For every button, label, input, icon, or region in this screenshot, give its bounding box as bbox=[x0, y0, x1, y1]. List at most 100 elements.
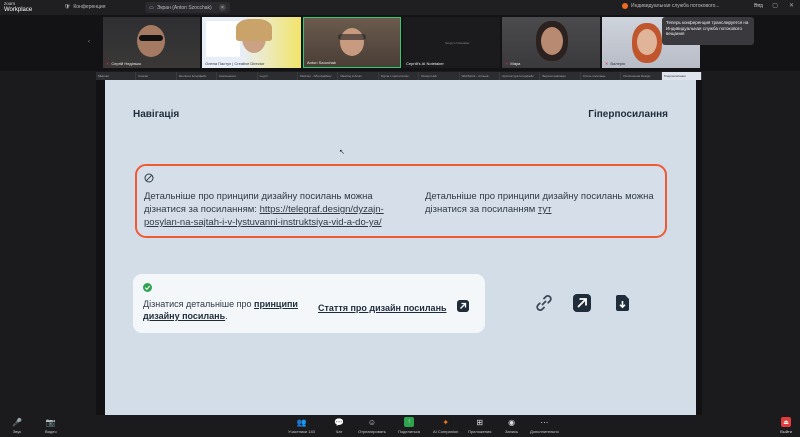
screen-icon: ▭ bbox=[149, 4, 154, 11]
file-download-icon bbox=[616, 295, 629, 311]
section-heading-hyperlinks: Гіперпосилання bbox=[588, 109, 668, 120]
article-link[interactable]: Стаття про дизайн посилань bbox=[318, 303, 447, 313]
video-label: Видео bbox=[45, 429, 57, 434]
browser-tab[interactable]: Архітектура Інтерфейс bbox=[500, 72, 541, 80]
conference-label: Конференция bbox=[73, 4, 106, 10]
participant-name: ✕ Мара bbox=[505, 61, 520, 66]
participants-button[interactable]: 👥 Участники 143 bbox=[288, 417, 315, 435]
video-tile[interactable]: ✕ Мара bbox=[502, 17, 600, 68]
browser-tab[interactable]: Поліпшення Design bbox=[621, 72, 662, 80]
background-slide bbox=[206, 21, 240, 57]
mouse-cursor-icon: ↖ bbox=[339, 149, 345, 156]
leave-icon: ⏏ bbox=[781, 417, 792, 427]
record-label: Запись bbox=[505, 429, 519, 434]
record-icon: ◉ bbox=[508, 417, 516, 427]
video-tile-active-speaker[interactable]: Anton Szocchak bbox=[303, 17, 401, 68]
share-screen-icon: ↑ bbox=[404, 417, 415, 427]
video-tile[interactable]: Олена Пастух | Creative Director bbox=[202, 17, 301, 68]
window-controls: — ▢ ✕ bbox=[755, 2, 794, 9]
notice-text: Теперь конференция транслируется на Инди… bbox=[666, 20, 749, 36]
browser-tab[interactable]: Верхня навігація bbox=[540, 72, 581, 80]
participant-name: ✕ Сергій Неділько bbox=[106, 61, 141, 66]
mic-muted-icon: ✕ bbox=[605, 61, 609, 66]
participant-name: ✕ Валерія bbox=[605, 61, 625, 66]
streaming-notice: Теперь конференция транслируется на Инди… bbox=[662, 17, 754, 45]
browser-tab[interactable]: Гіперпосилання bbox=[661, 72, 703, 80]
name-text-4: Мара bbox=[510, 61, 521, 66]
good-example-text: Дізнатися детальніше про принципи дизайн… bbox=[143, 298, 308, 322]
zoom-logo: zoom Workplace bbox=[4, 1, 32, 13]
participant-name: Anton Szocchak bbox=[307, 60, 336, 65]
top-bar: zoom Workplace 🛡 Конференция ▭ Экран (An… bbox=[0, 0, 800, 15]
browser-tab[interactable]: Мікроінт bbox=[96, 72, 137, 80]
section-heading-navigation: Навігація bbox=[133, 109, 180, 120]
browser-tab[interactable]: Figma з прототипом bbox=[379, 72, 420, 80]
participants-icon: 👥 bbox=[296, 417, 307, 427]
browser-tab[interactable]: WebStock - спільна bbox=[460, 72, 501, 80]
react-label: Отреагировать bbox=[358, 429, 386, 434]
ai-companion-button[interactable]: ✦ AI Companion bbox=[433, 417, 458, 435]
apps-label: Приложения bbox=[468, 429, 492, 434]
shield-icon: 🛡 bbox=[64, 4, 71, 10]
record-button[interactable]: ◉ Запись bbox=[505, 417, 519, 435]
close-icon[interactable]: × bbox=[219, 4, 226, 11]
conference-tab[interactable]: 🛡 Конференция bbox=[64, 4, 105, 10]
apps-icon: ⊞ bbox=[476, 417, 484, 427]
bad-example-right: Детальніше про принципи дизайну посилань… bbox=[425, 190, 665, 216]
browser-tab-strip: Мікроінт Кнопки Кнопки в Інтерфейс Компонен… bbox=[96, 72, 703, 80]
name-text-1: Олена Пастух | Creative Director bbox=[205, 61, 265, 66]
browser-tab[interactable]: Кнопки bbox=[136, 72, 177, 80]
bad-example-left: Детальніше про принципи дизайну посилань… bbox=[144, 190, 414, 229]
meeting-toolbar: 🎤 Звук 📷 Видео 👥 Участники 143 💬 Чат ☺ Отреаг… bbox=[0, 415, 800, 437]
bad-example-card: Детальніше про принципи дизайну посилань… bbox=[135, 164, 667, 238]
screen-border-right bbox=[696, 80, 702, 415]
minimize-icon[interactable]: — bbox=[755, 2, 761, 9]
here-link[interactable]: тут bbox=[538, 204, 552, 215]
leave-button[interactable]: ⏏ Выйти bbox=[780, 417, 792, 434]
video-tile[interactable]: Sergiy's Notetaker Сергій's AI Notetaker bbox=[403, 17, 500, 68]
arrow-up-right-icon bbox=[573, 294, 591, 312]
chat-icon: 💬 bbox=[334, 417, 344, 427]
browser-tab[interactable]: Meeting в Zoom bbox=[338, 72, 379, 80]
name-text-0: Сергій Неділько bbox=[111, 61, 142, 66]
video-button[interactable]: 📷 Видео bbox=[45, 417, 57, 435]
name-text-5: Валерія bbox=[610, 61, 626, 66]
external-link-icon[interactable] bbox=[457, 300, 469, 312]
record-dot-icon bbox=[622, 3, 628, 9]
browser-tab[interactable]: Мейлер - Збір фідбеку bbox=[298, 72, 339, 80]
apps-button[interactable]: ⊞ Приложения bbox=[468, 417, 492, 435]
smile-icon: ☺ bbox=[367, 417, 377, 427]
stream-label: Индивидуальная служба потокового... bbox=[631, 3, 720, 9]
shared-screen: Навігація Гіперпосилання ↖ Детальніше пр… bbox=[105, 80, 696, 415]
browser-tab[interactable]: Log In bbox=[258, 72, 299, 80]
audio-button[interactable]: 🎤 Звук bbox=[12, 417, 22, 435]
share-screen-button[interactable]: ↑ Поделиться bbox=[398, 417, 420, 434]
chevron-left-icon[interactable]: ‹ bbox=[88, 39, 90, 45]
participants-label: Участники bbox=[288, 429, 308, 434]
glasses-shape bbox=[338, 34, 366, 40]
maximize-icon[interactable]: ▢ bbox=[772, 2, 778, 9]
name-text-2: Anton Szocchak bbox=[307, 60, 336, 65]
screen-border-left bbox=[96, 80, 105, 415]
participant-name: Сергій's AI Notetaker bbox=[406, 61, 444, 66]
chain-link-icon bbox=[536, 295, 552, 311]
screen-share-pill[interactable]: ▭ Экран (Anton Szocchak) × bbox=[145, 2, 230, 13]
stream-indicator[interactable]: Индивидуальная служба потокового... bbox=[622, 3, 720, 9]
logo-line2: Workplace bbox=[4, 7, 33, 13]
browser-tab[interactable]: Кнопки в Інтерфейс bbox=[177, 72, 218, 80]
browser-tab[interactable]: Компоненти bbox=[217, 72, 258, 80]
react-button[interactable]: ☺ Отреагировать bbox=[358, 417, 386, 435]
close-window-icon[interactable]: ✕ bbox=[789, 2, 794, 9]
notetaker-logo: Sergiy's Notetaker bbox=[445, 41, 470, 45]
zoom-window: zoom Workplace 🛡 Конференция ▭ Экран (An… bbox=[0, 0, 800, 437]
sunglasses-shape bbox=[139, 35, 163, 41]
participant-face bbox=[637, 29, 657, 55]
hair-shape bbox=[236, 19, 272, 41]
more-button[interactable]: ⋯ Дополнительно bbox=[530, 417, 559, 435]
video-tile[interactable]: ✕ Сергій Неділько bbox=[103, 17, 200, 68]
browser-tab[interactable]: Стиль посилань bbox=[581, 72, 622, 80]
mic-muted-icon: 🎤 bbox=[12, 417, 22, 427]
good-text-start: Дізнатися детальніше про bbox=[143, 299, 255, 309]
chat-button[interactable]: 💬 Чат bbox=[334, 417, 344, 435]
browser-tab[interactable]: Design Hub bbox=[419, 72, 460, 80]
